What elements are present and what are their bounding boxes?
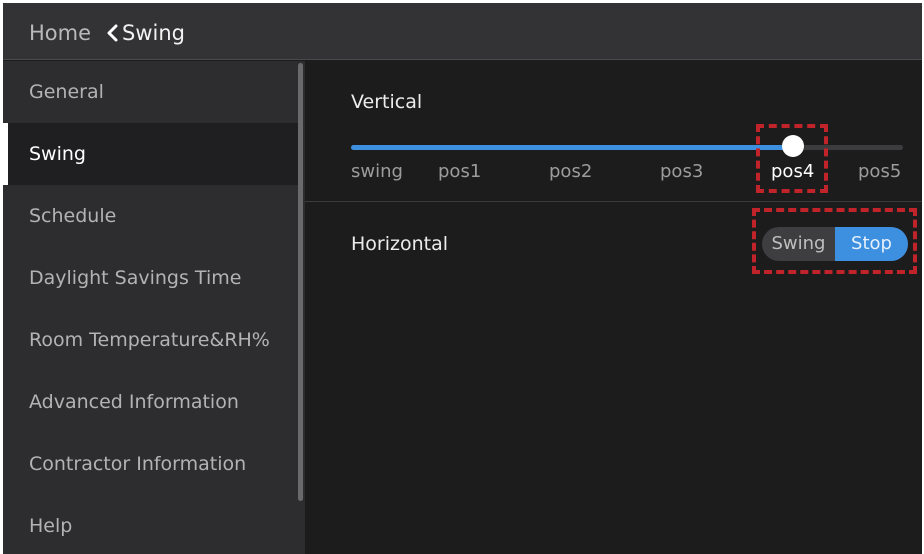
vertical-option-pos2[interactable]: pos2 [549,161,592,182]
chevron-left-icon[interactable] [103,20,121,46]
horizontal-toggle[interactable]: Swing Stop [762,227,908,261]
vertical-slider-track[interactable] [351,145,903,150]
vertical-slider-fill [351,145,793,150]
breadcrumb-current: Swing [122,21,185,45]
section-divider [305,201,922,202]
horizontal-label: Horizontal [351,233,449,255]
vertical-option-pos3[interactable]: pos3 [660,161,703,182]
sidebar-item-daylight-savings-time[interactable]: Daylight Savings Time [3,247,299,309]
horizontal-option-stop[interactable]: Stop [835,227,908,261]
sidebar-item-general[interactable]: General [3,61,299,123]
vertical-option-pos4[interactable]: pos4 [771,161,814,182]
vertical-option-swing[interactable]: swing [351,161,403,182]
sidebar-item-contractor-information[interactable]: Contractor Information [3,433,299,495]
swing-settings-panel: Vertical swing pos1 pos2 pos3 pos4 pos5 … [305,61,922,554]
breadcrumb-home[interactable]: Home [29,20,91,46]
sidebar-item-swing[interactable]: Swing [3,123,299,185]
sidebar-item-room-temperature[interactable]: Room Temperature&RH% [3,309,299,371]
vertical-label: Vertical [351,91,423,113]
sidebar-scrollbar[interactable] [298,63,303,501]
vertical-slider-thumb[interactable] [781,135,804,157]
vertical-option-pos5[interactable]: pos5 [858,161,901,182]
sidebar-item-advanced-information[interactable]: Advanced Information [3,371,299,433]
vertical-option-pos1[interactable]: pos1 [438,161,481,182]
top-bar: Home Swing [3,3,922,60]
horizontal-option-swing[interactable]: Swing [762,227,835,261]
app-window: Home Swing General Swing Schedule Daylig… [3,3,922,554]
sidebar-item-help[interactable]: Help [3,495,299,554]
sidebar: General Swing Schedule Daylight Savings … [3,61,305,554]
sidebar-item-schedule[interactable]: Schedule [3,185,299,247]
